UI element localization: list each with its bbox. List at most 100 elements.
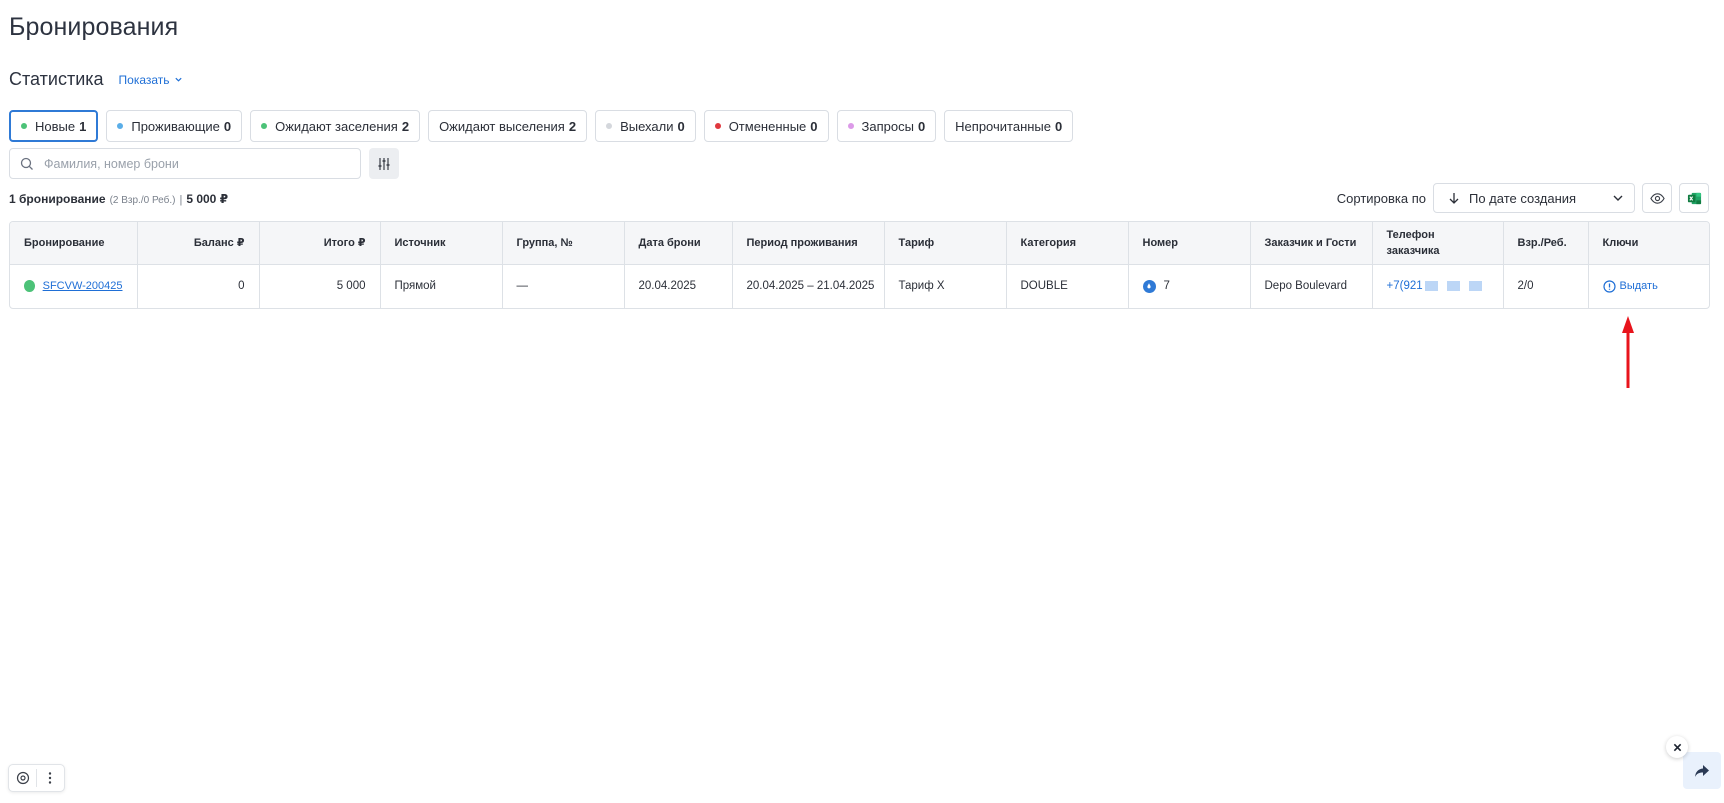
- column-header-total[interactable]: Итого ₽: [259, 222, 381, 265]
- screenshot-button[interactable]: [9, 765, 36, 791]
- column-header-keys[interactable]: Ключи: [1588, 222, 1709, 265]
- filter-count: 1: [79, 118, 87, 134]
- bookings-summary: 1 бронирование (2 Взр./0 Реб.) | 5 000 ₽: [9, 192, 228, 206]
- redacted-digits: [1424, 281, 1438, 292]
- sort-value: По дате создания: [1469, 190, 1577, 206]
- bookings-total: 5 000 ₽: [186, 192, 229, 206]
- advanced-filter-button[interactable]: [369, 148, 399, 179]
- sort-label: Сортировка по: [1336, 190, 1426, 206]
- column-header-balance[interactable]: Баланс ₽: [137, 222, 260, 265]
- filter-label: Ожидают заселения: [275, 118, 398, 134]
- export-excel-button[interactable]: [1679, 183, 1709, 213]
- excel-icon: [1687, 192, 1701, 204]
- column-header-customer[interactable]: Заказчик и Гости: [1250, 222, 1373, 265]
- sort-select[interactable]: По дате создания: [1433, 183, 1635, 213]
- statistics-section: Статистика Показать: [9, 69, 183, 90]
- more-options-button[interactable]: [37, 765, 64, 791]
- search-box: [9, 148, 361, 179]
- cell-booking-date: 20.04.2025: [624, 264, 733, 308]
- redacted-digits: [1468, 281, 1482, 292]
- status-dot: [261, 123, 268, 129]
- annotation-arrow-icon: [1622, 316, 1634, 388]
- column-visibility-button[interactable]: [1642, 183, 1672, 213]
- key-issue-icon: [1602, 280, 1616, 293]
- search-row: [9, 148, 399, 179]
- summary-separator: |: [179, 194, 183, 206]
- table-row[interactable]: SFCVW-200425 0 5 000 Прямой — 20.04.2025…: [10, 264, 1709, 308]
- statistics-title: Статистика: [9, 69, 104, 89]
- column-header-source[interactable]: Источник: [380, 222, 503, 265]
- filter-count: 0: [917, 118, 926, 134]
- close-icon: [1673, 743, 1681, 751]
- room-cleaning-icon: [1142, 279, 1156, 293]
- column-header-category[interactable]: Категория: [1006, 222, 1129, 265]
- statistics-show-label: Показать: [118, 72, 170, 87]
- bookings-table: Бронирование Баланс ₽ Итого ₽ Источник Г…: [9, 221, 1710, 309]
- column-header-booking[interactable]: Бронирование: [10, 222, 138, 265]
- filter-count: 2: [568, 118, 577, 134]
- filter-count: 0: [223, 118, 232, 134]
- status-dot: [714, 123, 721, 129]
- status-filter-tabs: Новые 1 Проживающие 0 Ожидают заселения …: [9, 110, 1074, 142]
- redacted-digits: [1446, 281, 1460, 292]
- status-dot: [117, 123, 124, 129]
- cell-group: —: [502, 264, 625, 308]
- filter-count: 0: [677, 118, 685, 134]
- close-button[interactable]: [1666, 736, 1688, 758]
- bookings-count: 1 бронирование: [9, 192, 106, 206]
- cell-total: 5 000: [259, 264, 381, 308]
- filter-requests[interactable]: Запросы 0: [836, 110, 937, 142]
- filter-awaiting-checkout[interactable]: Ожидают выселения 2: [428, 110, 588, 142]
- cell-category: DOUBLE: [1006, 264, 1129, 308]
- sliders-icon: [378, 157, 390, 170]
- cell-booking: SFCVW-200425: [10, 264, 138, 308]
- cell-source: Прямой: [380, 264, 503, 308]
- column-header-booking-date[interactable]: Дата брони: [624, 222, 733, 265]
- filter-living[interactable]: Проживающие 0: [106, 110, 243, 142]
- arrow-down-icon: [1449, 193, 1459, 204]
- filter-label: Запросы: [861, 118, 914, 134]
- filter-checked-out[interactable]: Выехали 0: [595, 110, 696, 142]
- column-header-stay-period[interactable]: Период проживания: [732, 222, 885, 265]
- filter-new[interactable]: Новые 1: [9, 110, 99, 142]
- cell-balance: 0: [137, 264, 260, 308]
- issue-keys-button[interactable]: Выдать: [1602, 280, 1696, 293]
- page-title: Бронирования: [9, 13, 179, 41]
- chevron-down-icon: [1613, 195, 1623, 201]
- sort-controls: Сортировка по По дате создания: [1337, 183, 1709, 213]
- column-header-group[interactable]: Группа, №: [502, 222, 625, 265]
- cell-adults-children: 2/0: [1503, 264, 1589, 308]
- status-dot: [847, 123, 854, 129]
- filter-label: Ожидают выселения: [439, 118, 565, 134]
- filter-label: Непрочитанные: [955, 118, 1052, 134]
- guests-summary: (2 Взр./0 Реб.): [109, 195, 176, 206]
- filter-count: 0: [1055, 118, 1063, 134]
- cell-tariff: Тариф X: [884, 264, 1007, 308]
- search-icon: [20, 157, 33, 170]
- column-header-adults-children[interactable]: Взр./Реб.: [1503, 222, 1589, 265]
- filter-label: Новые: [35, 118, 76, 134]
- search-input[interactable]: [44, 156, 344, 171]
- cell-stay-period: 20.04.2025 – 21.04.2025: [732, 264, 885, 308]
- statistics-show-toggle[interactable]: Показать: [119, 73, 183, 87]
- filter-awaiting-checkin[interactable]: Ожидают заселения 2: [250, 110, 421, 142]
- filter-label: Проживающие: [131, 118, 220, 134]
- eye-icon: [1649, 192, 1665, 204]
- filter-label: Выехали: [620, 118, 674, 134]
- column-header-room[interactable]: Номер: [1128, 222, 1251, 265]
- booking-status-dot: [24, 280, 35, 293]
- column-header-phone[interactable]: Телефон заказчика: [1372, 222, 1504, 265]
- filter-cancelled[interactable]: Отмененные 0: [703, 110, 829, 142]
- table-header-row: Бронирование Баланс ₽ Итого ₽ Источник Г…: [10, 222, 1709, 265]
- filter-unread[interactable]: Непрочитанные 0: [944, 110, 1074, 142]
- share-button[interactable]: [1683, 752, 1721, 789]
- share-arrow-icon: [1695, 764, 1709, 777]
- column-header-phone-line2: заказчика: [1386, 244, 1440, 257]
- column-header-tariff[interactable]: Тариф: [884, 222, 1007, 265]
- booking-id-link[interactable]: SFCVW-200425: [43, 280, 123, 292]
- status-dot: [21, 123, 27, 129]
- room-number[interactable]: 7: [1164, 280, 1170, 292]
- filter-count: 0: [810, 118, 818, 134]
- column-header-phone-line1: Телефон: [1386, 228, 1435, 241]
- customer-phone[interactable]: +7(921: [1387, 280, 1423, 292]
